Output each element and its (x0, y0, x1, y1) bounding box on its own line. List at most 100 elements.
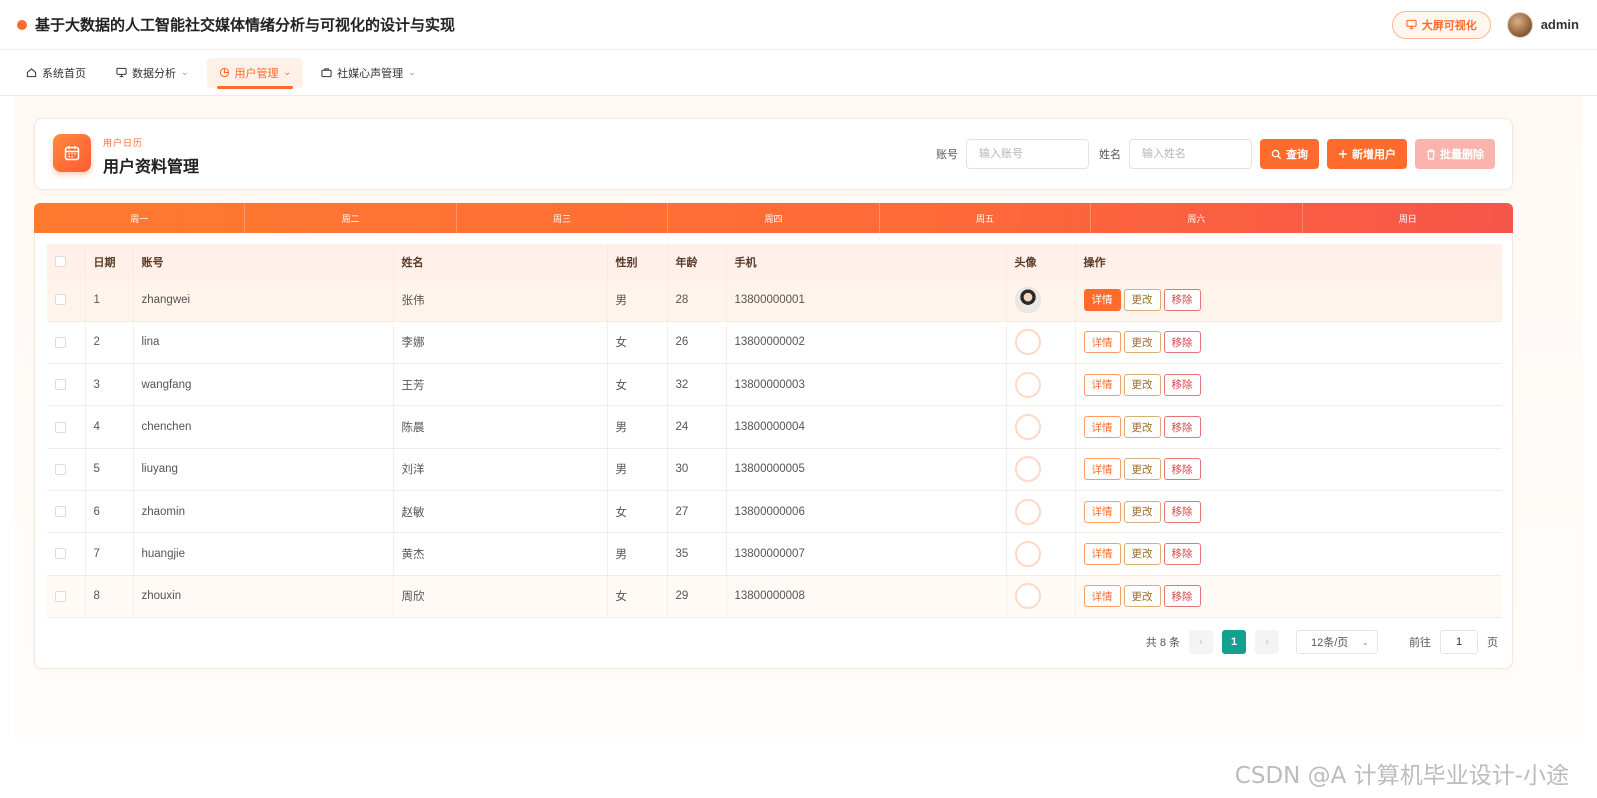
account-input[interactable] (966, 139, 1089, 169)
page-title: 用户资料管理 (103, 159, 200, 176)
add-user-button[interactable]: 新增用户 (1327, 139, 1407, 169)
row-checkbox[interactable] (55, 421, 66, 433)
edit-button[interactable]: 更改 (1123, 416, 1161, 439)
row-name: 黄杰 (393, 532, 608, 576)
query-label: 查询 (1286, 149, 1308, 161)
column-header: 操作 (1083, 256, 1106, 269)
week-day: 周四 (668, 203, 880, 233)
row-checkbox[interactable] (55, 294, 66, 306)
row-name: 赵敏 (393, 490, 608, 533)
detail-button[interactable]: 详情 (1083, 458, 1121, 481)
row-checkbox[interactable] (55, 463, 66, 475)
detail-button[interactable]: 详情 (1083, 373, 1121, 396)
detail-button[interactable]: 详情 (1083, 542, 1121, 565)
avatar[interactable] (1014, 286, 1041, 313)
nav-item-home[interactable]: 系统首页 (14, 58, 98, 88)
row-checkbox[interactable] (55, 590, 66, 602)
column-header: 账号 (133, 244, 394, 279)
query-button[interactable]: 查询 (1260, 139, 1319, 169)
select-all-checkbox[interactable] (55, 256, 66, 268)
nav-item-users[interactable]: 用户管理 ⌄ (206, 57, 304, 89)
week-day: 周三 (457, 203, 669, 233)
remove-button[interactable]: 移除 (1163, 458, 1201, 481)
row-actions: 详情 更改 移除 (1075, 321, 1502, 363)
row-account: liuyang (133, 448, 394, 491)
batch-delete-button[interactable]: 批量删除 (1415, 139, 1495, 169)
prev-page-button[interactable]: ‹ (1189, 630, 1213, 654)
row-no: 3 (85, 363, 134, 406)
add-user-label: 新增用户 (1352, 149, 1396, 161)
row-select-cell[interactable] (47, 321, 86, 364)
week-bar: 周一 周二 周三 周四 周五 周六 周日 (34, 203, 1513, 233)
edit-button[interactable]: 更改 (1123, 331, 1161, 354)
row-select-cell[interactable] (47, 532, 86, 576)
row-name: 周欣 (393, 575, 608, 618)
user-menu[interactable]: admin (1506, 11, 1579, 38)
edit-button[interactable]: 更改 (1123, 500, 1161, 523)
remove-button[interactable]: 移除 (1163, 288, 1201, 311)
pagination: 共 8 条 ‹ 1 › 12条/页 ⌄ 前往 页 (1146, 630, 1498, 654)
current-page[interactable]: 1 (1222, 630, 1246, 654)
row-age: 35 (667, 532, 727, 576)
avatar[interactable] (1014, 456, 1041, 483)
row-age: 27 (667, 490, 727, 533)
detail-button[interactable]: 详情 (1083, 585, 1121, 608)
row-phone: 13800000008 (726, 575, 1007, 618)
avatar[interactable] (1014, 540, 1041, 567)
remove-button[interactable]: 移除 (1163, 373, 1201, 396)
batch-delete-label: 批量删除 (1440, 149, 1484, 161)
row-avatar-cell (1006, 532, 1076, 576)
avatar[interactable] (1014, 329, 1041, 356)
nav-item-social-voice[interactable]: 社媒心声管理 ⌄ (309, 58, 428, 88)
edit-button[interactable]: 更改 (1123, 585, 1161, 608)
monitor-icon (116, 67, 127, 78)
table-header-row: 日期 账号 姓名 性别 年龄 手机 头像 操作 (47, 244, 1502, 279)
row-checkbox[interactable] (55, 548, 66, 560)
detail-button[interactable]: 详情 (1083, 416, 1121, 439)
row-select-cell[interactable] (47, 575, 86, 618)
row-name: 陈晨 (393, 405, 608, 449)
next-page-button[interactable]: › (1255, 630, 1279, 654)
edit-button[interactable]: 更改 (1123, 288, 1161, 311)
row-checkbox[interactable] (55, 379, 66, 391)
detail-button[interactable]: 详情 (1083, 500, 1121, 523)
row-name: 王芳 (393, 363, 608, 406)
row-no: 2 (85, 321, 134, 364)
chevron-down-icon: ⌄ (181, 67, 189, 77)
row-select-cell[interactable] (47, 279, 86, 322)
row-select-cell[interactable] (47, 490, 86, 533)
avatar[interactable] (1014, 371, 1041, 398)
row-select-cell[interactable] (47, 405, 86, 449)
remove-button[interactable]: 移除 (1163, 500, 1201, 523)
select-all-cell[interactable] (47, 244, 86, 279)
avatar[interactable] (1014, 414, 1041, 441)
edit-button[interactable]: 更改 (1123, 373, 1161, 396)
remove-button[interactable]: 移除 (1163, 416, 1201, 439)
remove-button[interactable]: 移除 (1163, 585, 1201, 608)
name-input[interactable] (1129, 139, 1252, 169)
page-subtitle: 用户日历 (103, 138, 144, 148)
nav-item-analysis[interactable]: 数据分析 ⌄ (104, 58, 201, 88)
row-actions: 详情 更改 移除 (1075, 490, 1502, 532)
row-select-cell[interactable] (47, 363, 86, 406)
detail-button[interactable]: 详情 (1083, 288, 1121, 311)
remove-button[interactable]: 移除 (1163, 331, 1201, 354)
edit-button[interactable]: 更改 (1123, 458, 1161, 481)
row-checkbox[interactable] (55, 336, 66, 348)
edit-button[interactable]: 更改 (1123, 542, 1161, 565)
row-age: 28 (667, 279, 727, 322)
table-row: 5 liuyang 刘洋男 30 13800000005 详情 更改 移除 (47, 448, 1502, 491)
row-select-cell[interactable] (47, 448, 86, 491)
row-no: 6 (85, 490, 134, 533)
detail-button[interactable]: 详情 (1083, 331, 1121, 354)
avatar[interactable] (1014, 583, 1041, 610)
row-checkbox[interactable] (55, 506, 66, 518)
remove-button[interactable]: 移除 (1163, 542, 1201, 565)
page-suffix: 页 (1487, 637, 1498, 649)
week-day: 周一 (34, 203, 246, 233)
avatar[interactable] (1014, 498, 1041, 525)
bigscreen-button[interactable]: 大屏可视化 (1391, 10, 1491, 39)
table-row: 1 zhangwei 张伟男 28 13800000001 详情 更改 移除 (47, 279, 1502, 322)
goto-page-input[interactable] (1440, 630, 1478, 654)
page-size-select[interactable]: 12条/页 ⌄ (1296, 630, 1378, 654)
